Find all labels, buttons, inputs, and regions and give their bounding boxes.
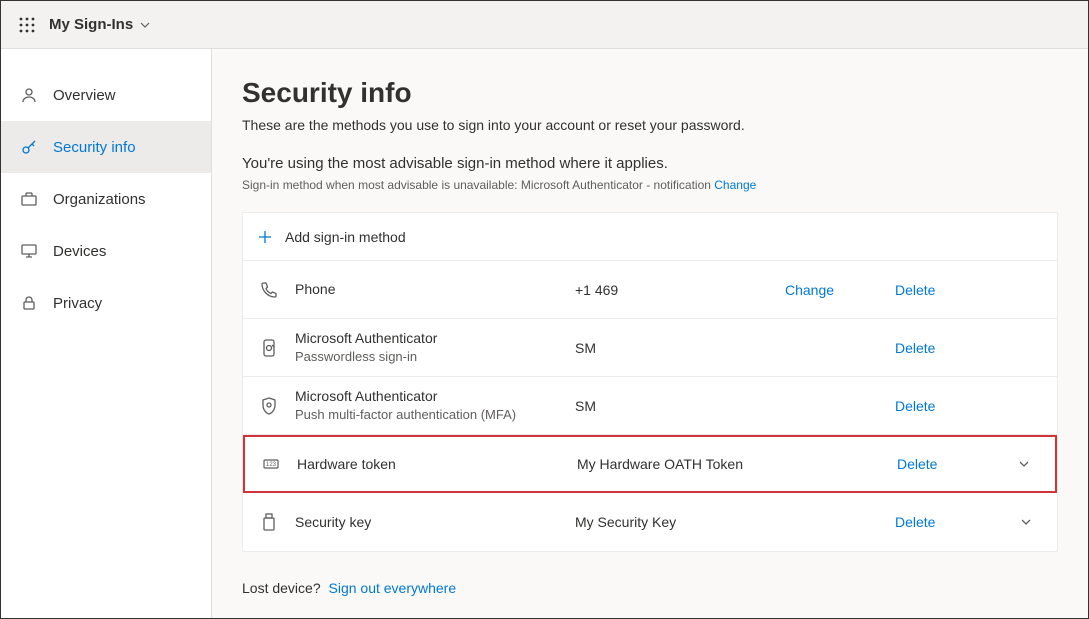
chevron-down-icon[interactable] <box>1019 515 1033 529</box>
sidebar-item-label: Overview <box>53 87 116 104</box>
delete-link[interactable]: Delete <box>897 456 937 472</box>
authenticator-icon <box>259 338 295 358</box>
lock-icon <box>19 293 39 313</box>
plus-icon <box>257 229 273 245</box>
sidebar-item-privacy[interactable]: Privacy <box>1 277 211 329</box>
delete-link[interactable]: Delete <box>895 398 935 414</box>
sidebar-item-label: Privacy <box>53 295 102 312</box>
usb-key-icon <box>259 512 295 532</box>
method-detail: +1 469 <box>575 282 785 298</box>
add-sign-in-method-button[interactable]: Add sign-in method <box>243 213 1057 261</box>
delete-link[interactable]: Delete <box>895 514 935 530</box>
method-detail: My Hardware OATH Token <box>577 456 787 472</box>
sidebar-item-overview[interactable]: Overview <box>1 69 211 121</box>
person-icon <box>19 85 39 105</box>
sidebar: Overview Security info Organizations Dev… <box>1 49 212 618</box>
methods-panel: Add sign-in method Phone +1 469 Change D… <box>242 212 1058 552</box>
brand-label: My Sign-Ins <box>49 16 133 33</box>
method-row-hardware-token[interactable]: 123 Hardware token My Hardware OATH Toke… <box>243 435 1057 493</box>
monitor-icon <box>19 241 39 261</box>
method-detail: SM <box>575 340 785 356</box>
waffle-icon <box>19 17 35 33</box>
app-header: My Sign-Ins <box>1 1 1088 49</box>
advisable-change-link[interactable]: Change <box>714 178 756 192</box>
method-row-authenticator-push: Microsoft Authenticator Push multi-facto… <box>243 377 1057 435</box>
add-method-label: Add sign-in method <box>285 229 406 245</box>
method-name: Security key <box>295 513 575 532</box>
delete-link[interactable]: Delete <box>895 340 935 356</box>
authenticator-shield-icon <box>259 396 295 416</box>
method-row-security-key[interactable]: Security key My Security Key Delete <box>243 493 1057 551</box>
page-subtitle: These are the methods you use to sign in… <box>242 117 1058 133</box>
page-title: Security info <box>242 77 1058 109</box>
advisable-subtext: Sign-in method when most advisable is un… <box>242 178 1058 192</box>
method-name: Phone <box>295 280 575 299</box>
sidebar-item-label: Organizations <box>53 191 146 208</box>
svg-text:123: 123 <box>266 462 277 468</box>
phone-icon <box>259 280 295 300</box>
sidebar-item-label: Devices <box>53 243 106 260</box>
chevron-down-icon <box>139 19 151 31</box>
briefcase-icon <box>19 189 39 209</box>
method-name: Microsoft Authenticator <box>295 387 575 406</box>
hardware-token-icon: 123 <box>261 454 297 474</box>
app-launcher-button[interactable] <box>13 11 41 39</box>
change-link[interactable]: Change <box>785 282 834 298</box>
sign-out-everywhere-link[interactable]: Sign out everywhere <box>329 580 457 596</box>
method-row-authenticator-passwordless: Microsoft Authenticator Passwordless sig… <box>243 319 1057 377</box>
main-content: Security info These are the methods you … <box>212 49 1088 618</box>
key-icon <box>19 137 39 157</box>
lost-device-row: Lost device? Sign out everywhere <box>242 580 1058 596</box>
chevron-down-icon[interactable] <box>1017 457 1031 471</box>
method-name: Hardware token <box>297 455 577 474</box>
method-detail: My Security Key <box>575 514 785 530</box>
sidebar-item-devices[interactable]: Devices <box>1 225 211 277</box>
method-detail: SM <box>575 398 785 414</box>
method-row-phone: Phone +1 469 Change Delete <box>243 261 1057 319</box>
method-sub: Passwordless sign-in <box>295 348 575 366</box>
brand-dropdown[interactable]: My Sign-Ins <box>49 16 151 33</box>
sidebar-item-organizations[interactable]: Organizations <box>1 173 211 225</box>
sidebar-item-security-info[interactable]: Security info <box>1 121 211 173</box>
delete-link[interactable]: Delete <box>895 282 935 298</box>
sidebar-item-label: Security info <box>53 139 136 156</box>
advisable-heading: You're using the most advisable sign-in … <box>242 155 1058 172</box>
method-sub: Push multi-factor authentication (MFA) <box>295 406 575 424</box>
method-name: Microsoft Authenticator <box>295 329 575 348</box>
